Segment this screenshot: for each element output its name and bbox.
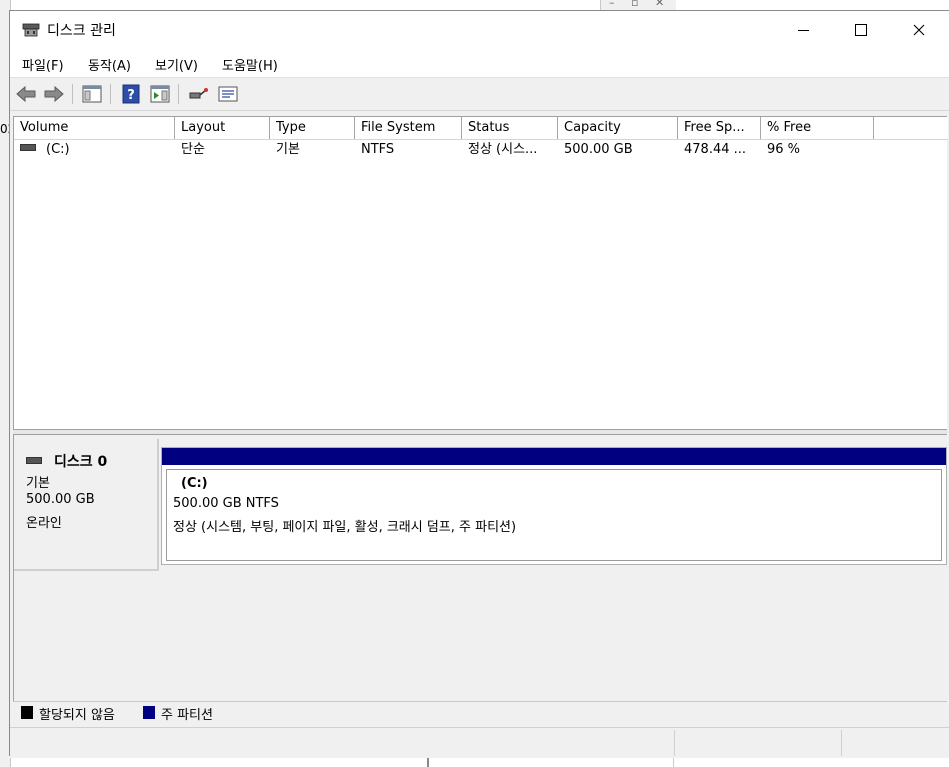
bg-close-icon: ✕ — [655, 0, 665, 9]
menu-file[interactable]: 파일(F) — [22, 55, 64, 74]
disk-name: 디스크 0 — [26, 451, 107, 471]
back-button[interactable] — [16, 84, 36, 104]
title-bar[interactable]: 디스크 관리 — [10, 11, 949, 49]
legend-primary-swatch — [143, 706, 155, 719]
cell-file-system: NTFS — [361, 142, 395, 157]
bg-minimize-icon: – — [609, 0, 615, 9]
column-header-status[interactable]: Status — [462, 117, 558, 139]
column-header-percent-free[interactable]: % Free — [761, 117, 874, 139]
back-arrow-icon — [16, 86, 36, 102]
console-tree-icon — [82, 85, 102, 103]
properties-icon — [218, 86, 238, 102]
toolbar-separator — [72, 84, 73, 104]
maximize-icon — [855, 24, 867, 36]
cell-type: 기본 — [276, 142, 300, 157]
cell-free-space: 478.44 ... — [684, 142, 747, 157]
close-button[interactable] — [896, 11, 942, 49]
disk-icon — [26, 456, 42, 464]
svg-text:?: ? — [127, 88, 135, 103]
toolbar-separator — [110, 84, 111, 104]
window-title: 디스크 관리 — [47, 23, 116, 39]
menu-bar: 파일(F) 동작(A) 보기(V) 도움말(H) — [10, 49, 949, 78]
primary-partition-bar — [162, 448, 946, 465]
bg-restore-icon: ▫ — [631, 0, 639, 9]
cell-layout: 단순 — [181, 142, 205, 157]
legend-unallocated-label: 할당되지 않음 — [39, 708, 115, 723]
legend-unallocated-swatch — [21, 706, 33, 719]
properties-button[interactable] — [218, 84, 238, 104]
show-hide-action-pane-button[interactable] — [150, 84, 170, 104]
partition-block[interactable]: (C:) 500.00 GB NTFS 정상 (시스템, 부팅, 페이지 파일,… — [161, 447, 947, 565]
column-header-layout[interactable]: Layout — [175, 117, 270, 139]
cell-status: 정상 (시스... — [468, 142, 538, 157]
help-button[interactable]: ? — [121, 84, 141, 104]
help-icon: ? — [122, 84, 140, 104]
toolbar: ? — [10, 78, 949, 111]
action-pane-icon — [150, 85, 170, 103]
disk-info-box[interactable]: 디스크 0 기본 500.00 GB 온라인 — [14, 439, 159, 571]
menu-help[interactable]: 도움말(H) — [222, 55, 278, 74]
background-window-controls: – ▫ ✕ — [600, 0, 676, 10]
volume-list-header: Volume Layout Type File System Status Ca… — [14, 117, 948, 140]
toolbar-separator — [178, 84, 179, 104]
partition-details[interactable]: (C:) 500.00 GB NTFS 정상 (시스템, 부팅, 페이지 파일,… — [166, 469, 942, 561]
cell-volume: (C:) — [14, 140, 70, 160]
column-header-file-system[interactable]: File System — [355, 117, 462, 139]
menu-action[interactable]: 동작(A) — [88, 55, 131, 74]
legend: 할당되지 않음 주 파티션 — [13, 701, 947, 724]
disk-management-icon — [22, 23, 40, 37]
minimize-icon — [797, 29, 809, 31]
status-bar — [10, 727, 949, 758]
connect-button[interactable] — [188, 84, 208, 104]
column-header-volume[interactable]: Volume — [14, 117, 175, 139]
volume-list-pane[interactable]: Volume Layout Type File System Status Ca… — [13, 116, 948, 430]
disk-name-text: 디스크 0 — [54, 454, 108, 470]
cell-percent-free: 96 % — [767, 142, 801, 157]
column-header-free-space[interactable]: Free Sp... — [678, 117, 761, 139]
forward-arrow-icon — [44, 86, 64, 102]
disk-type: 기본 — [26, 476, 50, 491]
maximize-button[interactable] — [838, 11, 884, 49]
column-header-type[interactable]: Type — [270, 117, 355, 139]
disk-management-window: 디스크 관리 파일(F) 동작(A) 보기(V) 도움말(H) ? Volume… — [9, 10, 949, 758]
minimize-button[interactable] — [780, 11, 826, 49]
disk-size: 500.00 GB — [26, 492, 95, 507]
forward-button[interactable] — [44, 84, 64, 104]
drive-icon — [20, 144, 36, 151]
partition-status: 정상 (시스템, 부팅, 페이지 파일, 활성, 크래시 덤프, 주 파티션) — [173, 520, 517, 535]
status-bar-divider — [674, 730, 675, 756]
menu-view[interactable]: 보기(V) — [155, 55, 198, 74]
cell-capacity: 500.00 GB — [564, 142, 633, 157]
table-row[interactable]: (C:) 단순 기본 NTFS 정상 (시스... 500.00 GB 478.… — [14, 140, 948, 160]
volume-name: (C:) — [46, 142, 70, 157]
status-bar-divider — [841, 730, 842, 756]
close-icon — [913, 24, 925, 36]
legend-primary-label: 주 파티션 — [161, 708, 213, 723]
disk-graph-pane: 디스크 0 기본 500.00 GB 온라인 (C:) 500.00 GB NT… — [13, 434, 947, 724]
show-hide-console-tree-button[interactable] — [82, 84, 102, 104]
partition-size-fs: 500.00 GB NTFS — [173, 496, 279, 511]
connect-icon — [189, 88, 208, 99]
column-header-capacity[interactable]: Capacity — [558, 117, 678, 139]
partition-name: (C:) — [181, 476, 208, 491]
disk-state: 온라인 — [26, 516, 62, 531]
